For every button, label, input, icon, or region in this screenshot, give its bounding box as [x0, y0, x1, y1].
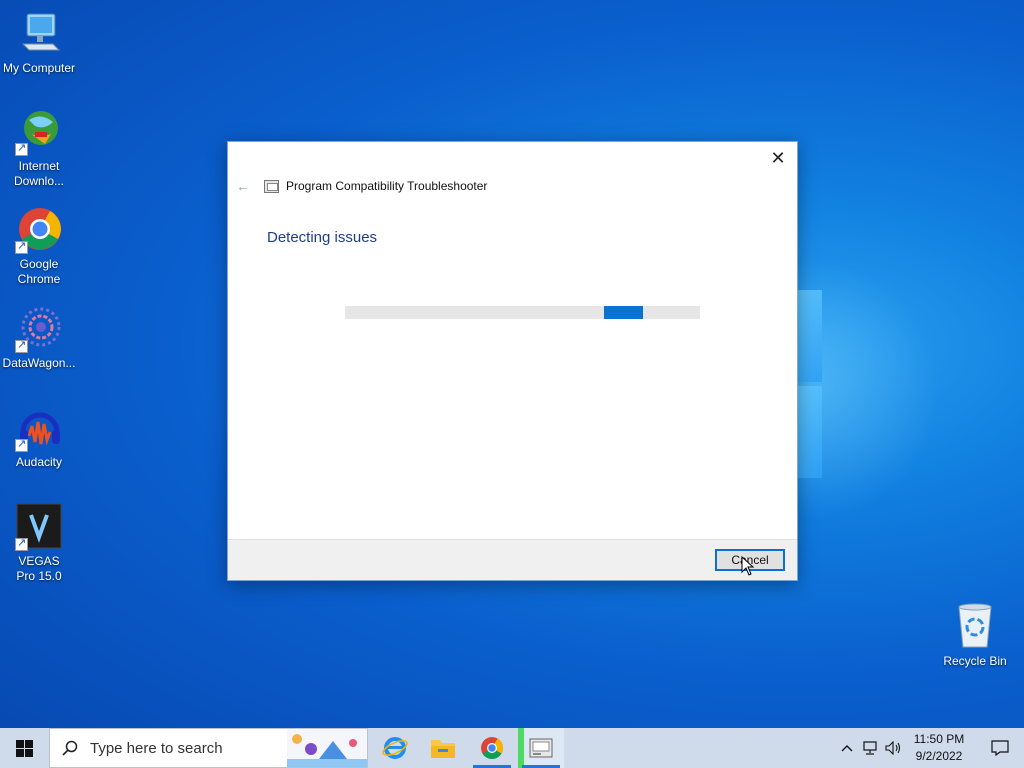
- vegas-pro-icon: [15, 503, 63, 551]
- back-button[interactable]: ←: [236, 178, 250, 194]
- back-arrow-icon: ←: [236, 178, 250, 194]
- desktop-icon-google-chrome[interactable]: Google Chrome: [0, 206, 78, 287]
- network-icon: [863, 741, 877, 755]
- desktop-icon-vegas-pro[interactable]: VEGAS Pro 15.0: [0, 503, 78, 584]
- search-icon: [62, 740, 78, 756]
- shortcut-arrow-icon: [15, 338, 28, 353]
- shortcut-arrow-icon: [15, 239, 28, 254]
- tray-network[interactable]: [860, 728, 882, 768]
- close-button[interactable]: ✕: [765, 147, 791, 169]
- dialog-heading: Detecting issues: [267, 229, 378, 246]
- datawagon-icon: [15, 305, 63, 353]
- search-input[interactable]: [90, 739, 280, 757]
- desktop-icon-my-computer[interactable]: My Computer: [0, 10, 78, 76]
- wallpaper-logo-pane-top: [797, 290, 822, 382]
- dialog-footer: Cancel: [228, 539, 797, 580]
- desktop-icon-recycle-bin[interactable]: Recycle Bin: [936, 603, 1014, 669]
- file-explorer-icon: [431, 740, 455, 758]
- desktop-icon-label: DataWagon...: [2, 356, 76, 370]
- search-highlight-illustration: [287, 729, 367, 767]
- recycle-bin-icon: [951, 603, 999, 651]
- taskbar: 11:50 PM 9/2/2022: [0, 728, 1024, 768]
- troubleshooter-dialog: ✕ ← Program Compatibility Troubleshooter…: [227, 141, 798, 581]
- taskbar-chrome[interactable]: [469, 728, 515, 768]
- computer-icon: [15, 10, 63, 58]
- chrome-icon: [481, 737, 503, 759]
- desktop-icon-audacity[interactable]: Audacity: [0, 404, 78, 470]
- taskbar-internet-explorer[interactable]: [372, 728, 418, 768]
- audacity-icon: [15, 404, 63, 452]
- close-icon: ✕: [770, 147, 786, 168]
- idm-globe-icon: [15, 108, 63, 156]
- progress-bar: [345, 306, 700, 319]
- tray-volume[interactable]: [883, 728, 905, 768]
- taskbar-search-box[interactable]: [49, 728, 368, 768]
- troubleshooter-icon: [529, 738, 553, 758]
- chevron-up-icon: [841, 745, 853, 752]
- windows-logo-icon: [15, 739, 33, 757]
- tray-overflow-chevron[interactable]: [836, 728, 858, 768]
- taskbar-file-explorer[interactable]: [420, 728, 466, 768]
- start-button[interactable]: [0, 728, 48, 768]
- volume-icon: [885, 741, 901, 755]
- desktop-icon-label: Google Chrome: [17, 257, 61, 286]
- chrome-icon: [15, 206, 63, 254]
- taskbar-troubleshooter[interactable]: [518, 728, 564, 768]
- action-center-button[interactable]: [976, 728, 1024, 768]
- desktop-icon-datawagon[interactable]: DataWagon...: [0, 305, 78, 371]
- shortcut-arrow-icon: [15, 437, 28, 452]
- clock-date: 9/2/2022: [915, 749, 963, 763]
- troubleshooter-app-icon: [264, 179, 279, 193]
- desktop-icon-label: My Computer: [2, 61, 76, 75]
- wallpaper-logo-pane-bottom: [797, 386, 822, 478]
- desktop-icon-internet-download-manager[interactable]: Internet Downlo...: [0, 108, 78, 189]
- shortcut-arrow-icon: [15, 141, 28, 156]
- desktop-icon-label: VEGAS Pro 15.0: [16, 554, 62, 583]
- internet-explorer-icon: [382, 737, 408, 759]
- shortcut-arrow-icon: [15, 536, 28, 551]
- progress-indicator: [604, 306, 644, 319]
- dialog-title: Program Compatibility Troubleshooter: [286, 179, 488, 193]
- desktop-icon-label: Internet Downlo...: [13, 159, 65, 188]
- desktop-icon-label: Audacity: [15, 455, 63, 469]
- clock-time: 11:50 PM: [913, 732, 965, 746]
- notification-icon: [991, 740, 1009, 756]
- desktop-icon-label: Recycle Bin: [943, 654, 1007, 668]
- taskbar-clock[interactable]: 11:50 PM 9/2/2022: [906, 731, 972, 765]
- dialog-titlebar: Program Compatibility Troubleshooter: [264, 179, 487, 193]
- mouse-cursor-icon: [741, 556, 755, 576]
